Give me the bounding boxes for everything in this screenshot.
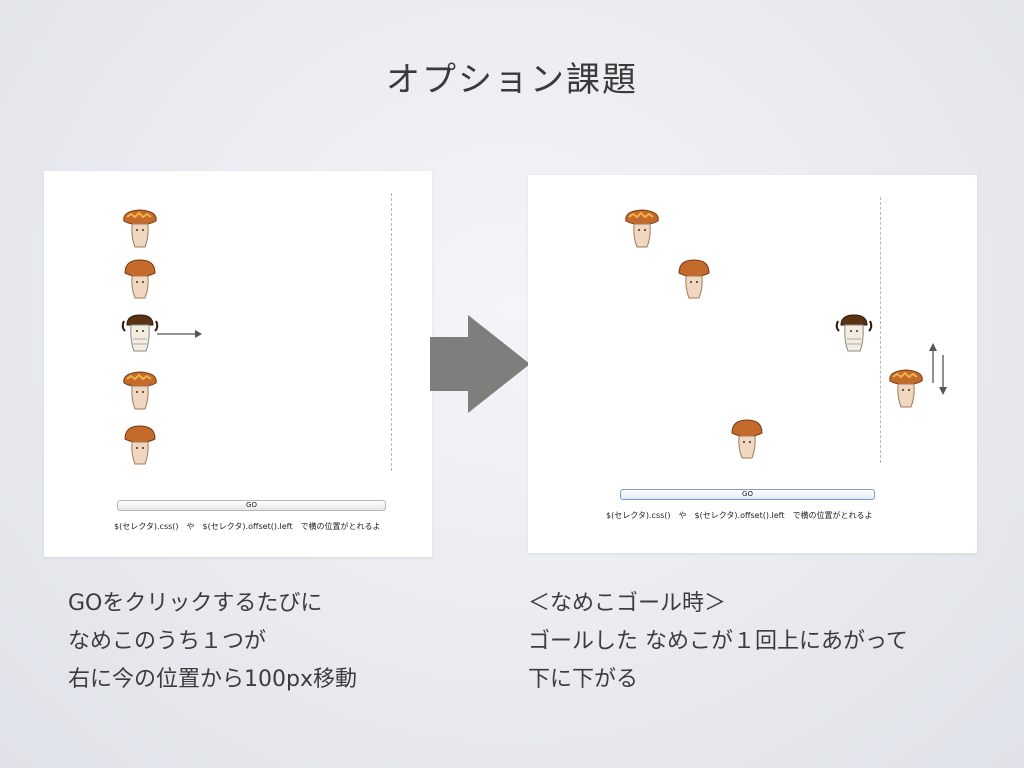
caption-line: 右に今の位置から100px移動 [68, 667, 357, 692]
caption-line: GOをクリックするたびに [68, 591, 323, 616]
nameko-plain-icon [673, 255, 715, 303]
goal-line [391, 193, 392, 471]
nameko-ruffled-icon [885, 365, 927, 413]
nameko-ruffled-icon [119, 205, 161, 253]
transition-arrow-icon [430, 315, 530, 413]
demo-panel-goal: GO $(セレクタ).css() や $(セレクタ).offset().left… [528, 175, 977, 553]
arrow-up-down-icon [929, 343, 947, 395]
demo-panel-before: GO $(セレクタ).css() や $(セレクタ).offset().left… [44, 171, 432, 557]
goal-line [880, 197, 881, 463]
nameko-ruffled-icon [621, 205, 663, 253]
caption-line: なめこのうち１つが [68, 629, 267, 654]
nameko-plain-icon [119, 421, 161, 469]
caption-before: GOをクリックするたびに なめこのうち１つが 右に今の位置から100px移動 [68, 585, 357, 699]
caption-line: 下に下がる [528, 667, 639, 692]
caption-goal: ＜なめこゴール時＞ ゴールした なめこが１回上にあがって 下に下がる [528, 585, 908, 699]
arrow-right-icon [157, 330, 202, 338]
hint-text: $(セレクタ).css() や $(セレクタ).offset().left で横… [114, 522, 381, 531]
nameko-ruffled-icon [119, 367, 161, 415]
caption-line: ＜なめこゴール時＞ [528, 591, 727, 616]
nameko-hair-icon [119, 309, 161, 357]
nameko-plain-icon [119, 255, 161, 303]
hint-text: $(セレクタ).css() や $(セレクタ).offset().left で横… [606, 511, 873, 520]
go-button[interactable]: GO [117, 500, 386, 511]
nameko-plain-icon [726, 415, 768, 463]
nameko-hair-icon [833, 309, 875, 357]
caption-line: ゴールした なめこが１回上にあがって [528, 629, 908, 654]
go-button[interactable]: GO [620, 489, 875, 500]
slide-title: オプション課題 [386, 60, 638, 100]
